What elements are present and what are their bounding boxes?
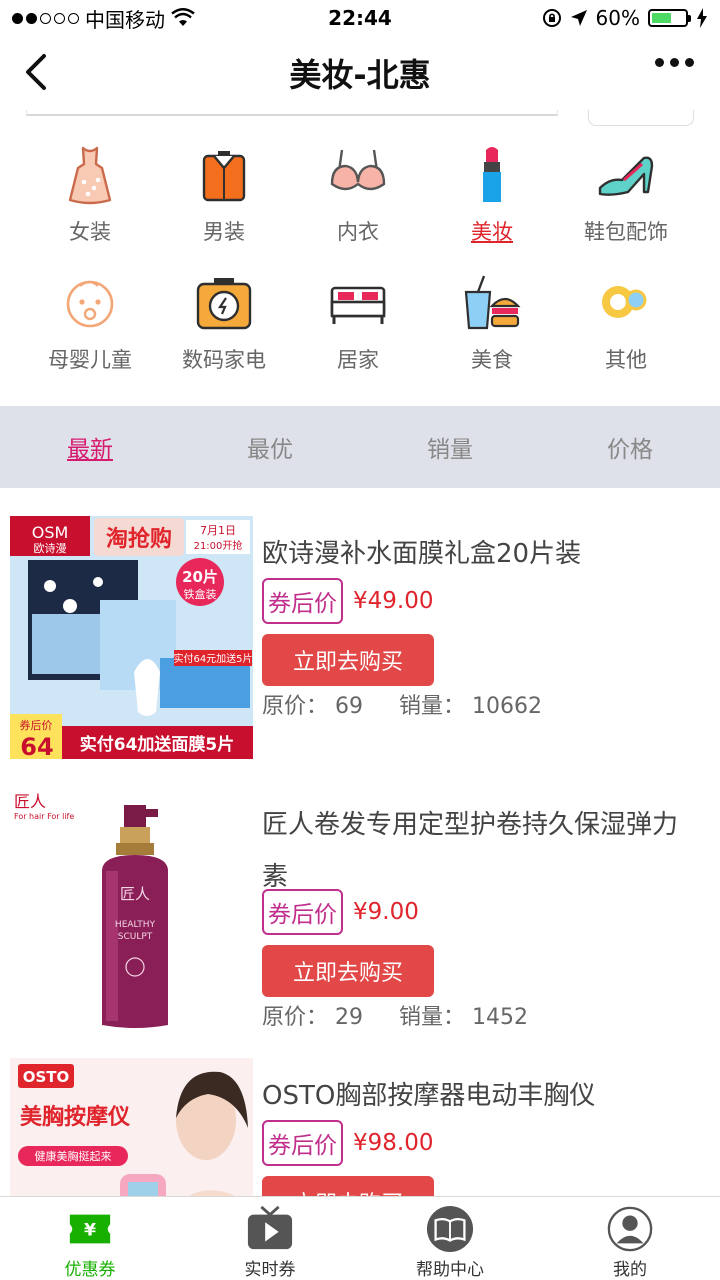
tab-coupons[interactable]: ¥ 优惠券	[0, 1197, 180, 1280]
product-image[interactable]: 匠人 For hair For life 匠人 HEALTHY SCULPT	[10, 787, 253, 1030]
camera-icon	[196, 278, 252, 330]
category-underwear[interactable]: 内衣	[291, 130, 425, 250]
bottom-tab-bar: ¥ 优惠券 实时券 帮助中心 我的	[0, 1196, 720, 1280]
image-badge-sub: 铁盒装	[184, 587, 217, 601]
image-brand-cn: 欧诗漫	[34, 541, 67, 555]
sort-tab-newest[interactable]: 最新	[0, 406, 180, 488]
category-beauty[interactable]: 美妆	[425, 130, 559, 250]
coupon-badge: 券后价	[262, 889, 343, 935]
image-promo-small: 实付64元加送5片	[173, 652, 252, 665]
battery-icon	[648, 9, 691, 27]
sort-tab-sales[interactable]: 销量	[360, 406, 540, 488]
original-price: 原价： 69	[262, 694, 363, 719]
image-time: 21:00开抢	[194, 539, 243, 552]
category-shoes-bags[interactable]: 鞋包配饰	[559, 130, 693, 250]
charging-bolt-icon	[697, 8, 707, 28]
svg-text:¥: ¥	[84, 1221, 96, 1241]
image-brand: 匠人	[14, 792, 46, 811]
category-home[interactable]: 居家	[291, 258, 425, 378]
page-title: 美妆-北惠	[289, 56, 431, 94]
buy-now-button[interactable]: 立即去购买	[262, 945, 434, 997]
shirt-icon	[202, 151, 246, 202]
coupon-icon: ¥	[69, 1214, 111, 1244]
product-item[interactable]: 匠人 For hair For life 匠人 HEALTHY SCULPT 匠…	[0, 787, 720, 1043]
high-heel-icon	[598, 156, 654, 196]
user-icon	[607, 1206, 653, 1252]
coupon-badge: 券后价	[262, 1120, 343, 1166]
image-badge: 20片	[182, 568, 218, 586]
coupon-price: ¥98.00	[353, 1130, 434, 1156]
original-price: 原价： 29	[262, 1005, 363, 1030]
category-digital-appliances[interactable]: 数码家电	[157, 258, 291, 378]
category-men-clothing[interactable]: 男装	[157, 130, 291, 250]
image-brand: OSTO	[23, 1068, 70, 1086]
signal-strength-icon	[12, 12, 79, 24]
product-item[interactable]: OSM 欧诗漫 淘抢购 7月1日 21:00开抢 20片 铁盒装 实付64元加送…	[0, 516, 720, 772]
bed-icon	[330, 286, 386, 324]
product-title[interactable]: 欧诗漫补水面膜礼盒20片装	[262, 528, 702, 580]
search-button-remnant[interactable]	[588, 110, 694, 126]
burger-drink-icon	[464, 275, 521, 330]
image-banner: 淘抢购	[106, 526, 172, 552]
image-bottle-brand: 匠人	[120, 885, 150, 903]
navigation-bar: 美妆-北惠	[0, 36, 720, 110]
dress-icon	[68, 146, 112, 205]
sales-count: 销量： 1452	[399, 1005, 528, 1030]
image-bottle-sub: SCULPT	[118, 932, 153, 942]
coupon-badge: 券后价	[262, 578, 343, 624]
status-bar: 中国移动 22:44 60%	[0, 0, 720, 36]
image-brand: OSM	[32, 523, 69, 542]
play-tv-icon	[247, 1205, 293, 1250]
battery-percent: 60%	[595, 6, 640, 30]
category-grid: 女装 男装 内衣 美妆 鞋包配饰 母婴儿童 数码家电 居家 美食 其他	[0, 130, 720, 378]
more-options-icon[interactable]	[655, 58, 694, 67]
product-title[interactable]: 匠人卷发专用定型护卷持久保湿弹力素	[262, 799, 702, 903]
image-coupon-tag: 券后价	[20, 718, 53, 732]
location-arrow-icon	[570, 10, 587, 26]
product-image[interactable]: OSM 欧诗漫 淘抢购 7月1日 21:00开抢 20片 铁盒装 实付64元加送…	[10, 516, 253, 759]
image-date: 7月1日	[200, 524, 236, 537]
lipstick-icon	[483, 147, 501, 202]
image-coupon-price: 64	[20, 733, 53, 759]
book-icon	[426, 1205, 474, 1253]
sort-bar: 最新 最优 销量 价格	[0, 406, 720, 488]
back-arrow-icon[interactable]	[18, 50, 58, 94]
carrier-name: 中国移动	[85, 7, 165, 32]
image-bottle-text: HEALTHY	[115, 920, 156, 930]
image-brand-sub: For hair For life	[14, 812, 74, 821]
product-title[interactable]: OSTO胸部按摩器电动丰胸仪	[262, 1070, 702, 1122]
sort-tab-best[interactable]: 最优	[180, 406, 360, 488]
image-footer: 实付64加送面膜5片	[80, 734, 235, 755]
tab-realtime-coupons[interactable]: 实时券	[180, 1197, 360, 1280]
wifi-icon	[171, 8, 195, 26]
rotation-lock-icon	[542, 9, 561, 27]
bra-icon	[330, 149, 386, 191]
category-mother-baby[interactable]: 母婴儿童	[23, 258, 157, 378]
buy-now-button[interactable]: 立即去购买	[262, 634, 434, 686]
image-headline: 美胸按摩仪	[20, 1104, 131, 1130]
rings-icon	[602, 286, 647, 318]
image-tagline: 健康美胸挺起来	[35, 1149, 112, 1163]
category-women-clothing[interactable]: 女装	[23, 130, 157, 250]
sales-count: 销量： 10662	[399, 694, 542, 719]
category-other[interactable]: 其他	[559, 258, 693, 378]
tab-profile[interactable]: 我的	[540, 1197, 720, 1280]
coupon-price: ¥9.00	[353, 899, 419, 925]
coupon-price: ¥49.00	[353, 588, 434, 614]
sort-tab-price[interactable]: 价格	[540, 406, 720, 488]
tab-help-center[interactable]: 帮助中心	[360, 1197, 540, 1280]
category-food[interactable]: 美食	[425, 258, 559, 378]
baby-icon	[66, 280, 114, 328]
search-input-remnant[interactable]	[26, 110, 558, 116]
